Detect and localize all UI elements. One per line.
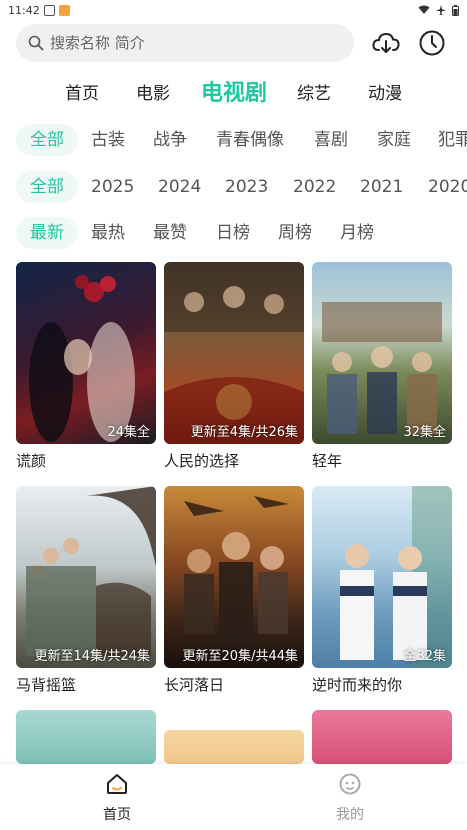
show-poster[interactable]: 24集全: [16, 262, 156, 444]
year-filter-all[interactable]: 全部: [16, 171, 78, 203]
genre-filter-comedy[interactable]: 喜剧: [314, 124, 348, 156]
show-title[interactable]: 马背摇篮: [16, 674, 156, 695]
show-card[interactable]: [16, 710, 156, 764]
nav-profile[interactable]: 我的: [310, 772, 390, 824]
wifi-icon: [418, 5, 430, 14]
show-card[interactable]: 24集全 谎颜: [16, 262, 156, 471]
year-filter-2022[interactable]: 2022: [293, 171, 336, 203]
nav-home[interactable]: 首页: [77, 772, 157, 824]
show-card[interactable]: [312, 710, 452, 764]
genre-filter-crime[interactable]: 犯罪: [438, 124, 467, 156]
show-title[interactable]: 人民的选择: [164, 450, 304, 471]
show-poster[interactable]: [16, 710, 156, 764]
search-input[interactable]: [50, 34, 340, 52]
poster-art: [184, 496, 289, 642]
year-filter-2021[interactable]: 2021: [360, 171, 403, 203]
episode-badge: 更新至4集/共26集: [190, 425, 298, 440]
airplane-icon: [436, 5, 446, 15]
nav-home-label: 首页: [103, 807, 131, 823]
year-filter-2025[interactable]: 2025: [91, 171, 134, 203]
search-icon: [28, 35, 44, 51]
episode-badge: 24集全: [107, 425, 150, 440]
sort-filter-row: 最新 最热 最赞 日榜 周榜 月榜: [0, 217, 467, 249]
show-poster[interactable]: 更新至14集/共24集: [16, 486, 156, 668]
genre-filter-war[interactable]: 战争: [153, 124, 187, 156]
sort-filter-latest[interactable]: 最新: [16, 217, 78, 249]
sort-filter-hottest[interactable]: 最热: [91, 217, 125, 249]
show-card[interactable]: [164, 730, 304, 764]
genre-filter-row: 全部 古装 战争 青春偶像 喜剧 家庭 犯罪: [0, 124, 467, 156]
category-tabs: 首页 电影 电视剧 综艺 动漫: [0, 72, 467, 108]
bottom-nav: 首页 我的: [0, 764, 467, 830]
year-filter-2020[interactable]: 2020: [428, 171, 467, 203]
app-notification-icon: [58, 4, 70, 16]
show-card[interactable]: 更新至14集/共24集 马背摇篮: [16, 486, 156, 695]
show-poster[interactable]: 32集全: [312, 262, 452, 444]
show-poster[interactable]: 更新至20集/共44集: [164, 486, 304, 668]
poster-art: [164, 262, 304, 444]
profile-icon: [339, 773, 361, 795]
tab-movies[interactable]: 电影: [136, 79, 170, 104]
genre-filter-family[interactable]: 家庭: [377, 124, 411, 156]
cloud-download-icon[interactable]: [371, 28, 401, 58]
poster-art: [322, 302, 442, 434]
show-title[interactable]: 轻年: [312, 450, 452, 471]
sort-filter-monthly-chart[interactable]: 月榜: [340, 217, 374, 249]
notification-icon: [43, 4, 55, 16]
clock: 11:42: [8, 3, 40, 17]
show-card[interactable]: 32集全 轻年: [312, 262, 452, 471]
tab-variety[interactable]: 综艺: [297, 79, 331, 104]
episode-badge: 全32集: [403, 649, 446, 664]
show-poster[interactable]: [164, 730, 304, 764]
year-filter-2024[interactable]: 2024: [158, 171, 201, 203]
show-poster[interactable]: 更新至4集/共26集: [164, 262, 304, 444]
sort-filter-daily-chart[interactable]: 日榜: [216, 217, 250, 249]
genre-filter-costume[interactable]: 古装: [91, 124, 125, 156]
poster-art: [340, 486, 452, 668]
show-card[interactable]: 全32集 逆时而来的你: [312, 486, 452, 695]
search-row: [0, 24, 467, 62]
episode-badge: 32集全: [403, 425, 446, 440]
year-filter-2023[interactable]: 2023: [225, 171, 268, 203]
sort-filter-weekly-chart[interactable]: 周榜: [278, 217, 312, 249]
show-card[interactable]: 更新至20集/共44集 长河落日: [164, 486, 304, 695]
battery-icon: [452, 4, 459, 16]
year-filter-row: 全部 2025 2024 2023 2022 2021 2020: [0, 171, 467, 203]
status-bar: 11:42: [0, 0, 467, 20]
show-poster[interactable]: 全32集: [312, 486, 452, 668]
genre-filter-youth-idol[interactable]: 青春偶像: [216, 124, 284, 156]
poster-art: [29, 275, 135, 442]
tab-tv-series[interactable]: 电视剧: [201, 75, 267, 107]
show-title[interactable]: 长河落日: [164, 674, 304, 695]
show-poster[interactable]: [312, 710, 452, 764]
tab-anime[interactable]: 动漫: [368, 79, 402, 104]
nav-profile-label: 我的: [336, 807, 364, 823]
history-clock-icon[interactable]: [417, 28, 447, 58]
sort-filter-most-liked[interactable]: 最赞: [153, 217, 187, 249]
genre-filter-all[interactable]: 全部: [16, 124, 78, 156]
show-card[interactable]: 更新至4集/共26集 人民的选择: [164, 262, 304, 471]
tab-home[interactable]: 首页: [65, 79, 99, 104]
search-box[interactable]: [16, 24, 354, 62]
episode-badge: 更新至14集/共24集: [34, 649, 150, 664]
show-title[interactable]: 逆时而来的你: [312, 674, 452, 695]
home-icon: [107, 774, 127, 794]
poster-art: [26, 486, 156, 656]
show-title[interactable]: 谎颜: [16, 450, 156, 471]
episode-badge: 更新至20集/共44集: [182, 649, 298, 664]
